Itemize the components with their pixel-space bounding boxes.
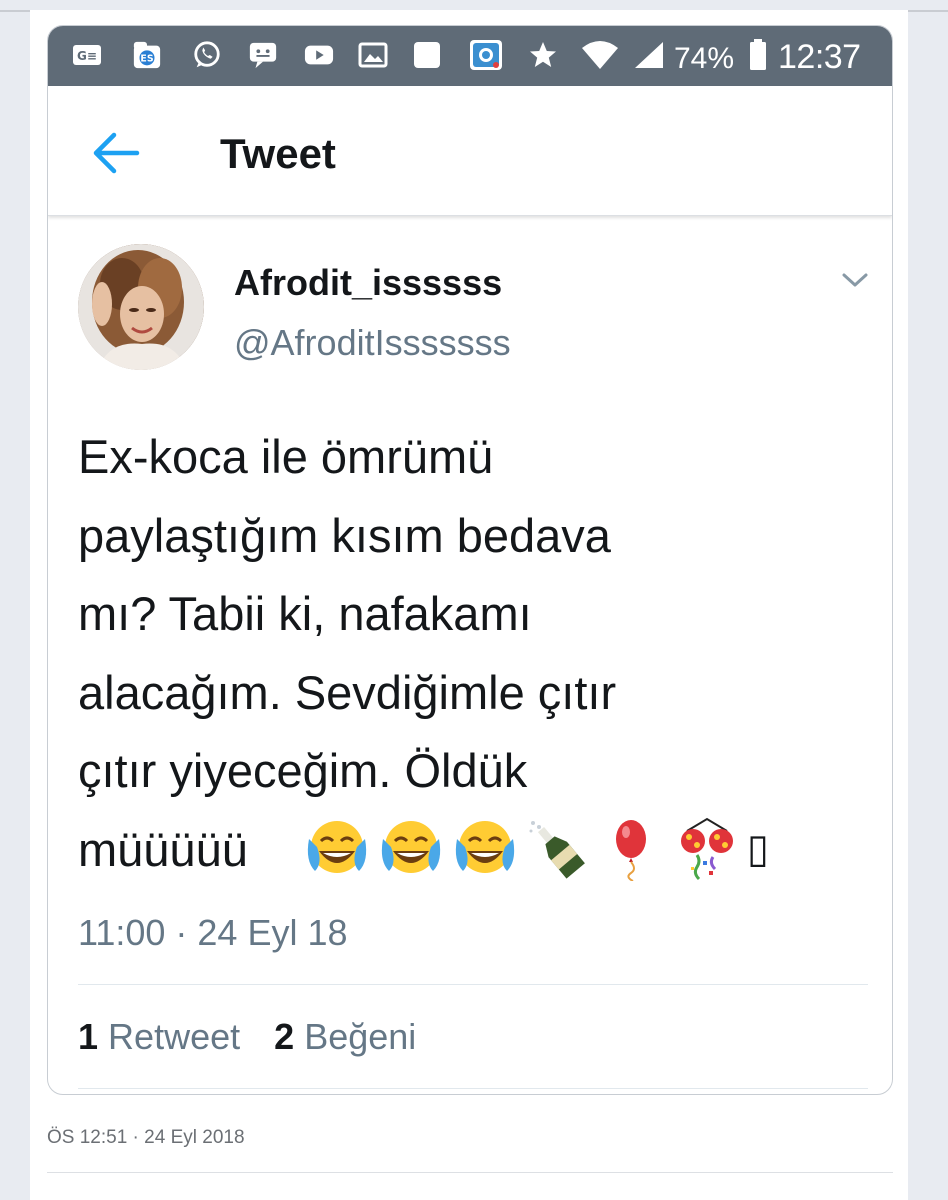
retweets-stat[interactable]: 1 Retweet bbox=[78, 1016, 240, 1058]
app-icon bbox=[468, 40, 504, 70]
face-with-tears-of-joy-emoji bbox=[381, 821, 441, 873]
whatsapp-icon bbox=[192, 40, 222, 70]
likes-label: Beğeni bbox=[304, 1016, 417, 1057]
youtube-icon bbox=[304, 40, 334, 70]
battery-icon bbox=[748, 39, 768, 70]
star-icon bbox=[528, 40, 558, 70]
face-with-tears-of-joy-emoji bbox=[455, 821, 515, 873]
post-timestamp: ÖS 12:51 · 24 Eyl 2018 bbox=[47, 1127, 245, 1148]
battery-percent: 74% bbox=[674, 42, 735, 75]
face-with-tears-of-joy-emoji bbox=[307, 821, 367, 873]
emoji-row: ▯ bbox=[303, 814, 769, 884]
likes-stat[interactable]: 2 Beğeni bbox=[274, 1016, 416, 1058]
status-bar: G≡ ES 74% 12:37 bbox=[48, 26, 892, 86]
top-nav-bar: Tweet bbox=[48, 86, 892, 216]
blank-app-icon bbox=[412, 40, 442, 70]
party-popper-emoji bbox=[681, 817, 733, 881]
es-file-explorer-icon: ES bbox=[132, 40, 162, 70]
phone-screenshot: G≡ ES 74% 12:37 Tweet Afrodit_issssss @A… bbox=[47, 25, 893, 1095]
balloon-emoji bbox=[616, 820, 646, 881]
svg-text:ES: ES bbox=[140, 54, 153, 65]
user-handle[interactable]: @AfroditIsssssss bbox=[234, 322, 511, 364]
back-arrow-icon[interactable] bbox=[90, 130, 142, 176]
svg-text:G≡: G≡ bbox=[77, 49, 97, 63]
wifi-icon bbox=[580, 40, 620, 70]
retweets-count: 1 bbox=[78, 1016, 99, 1057]
avatar[interactable] bbox=[78, 244, 204, 370]
page-title: Tweet bbox=[220, 130, 336, 177]
chevron-down-icon[interactable] bbox=[840, 270, 870, 290]
likes-count: 2 bbox=[274, 1016, 295, 1057]
messenger-icon bbox=[248, 40, 278, 70]
display-name[interactable]: Afrodit_issssss bbox=[234, 262, 502, 304]
retweets-label: Retweet bbox=[108, 1016, 241, 1057]
footer-divider bbox=[47, 1172, 893, 1173]
ge-app-icon: G≡ bbox=[72, 40, 102, 70]
clock: 12:37 bbox=[778, 38, 861, 76]
champagne-bottle-emoji bbox=[529, 821, 585, 879]
tweet-timestamp[interactable]: 11:00 · 24 Eyl 18 bbox=[78, 912, 348, 954]
gallery-icon bbox=[358, 40, 388, 70]
tweet-stats: 1 Retweet 2 Beğeni bbox=[78, 1016, 440, 1058]
missing-glyph: ▯ bbox=[747, 826, 770, 872]
divider bbox=[78, 984, 868, 985]
divider bbox=[78, 1088, 868, 1089]
signal-icon bbox=[632, 40, 666, 70]
